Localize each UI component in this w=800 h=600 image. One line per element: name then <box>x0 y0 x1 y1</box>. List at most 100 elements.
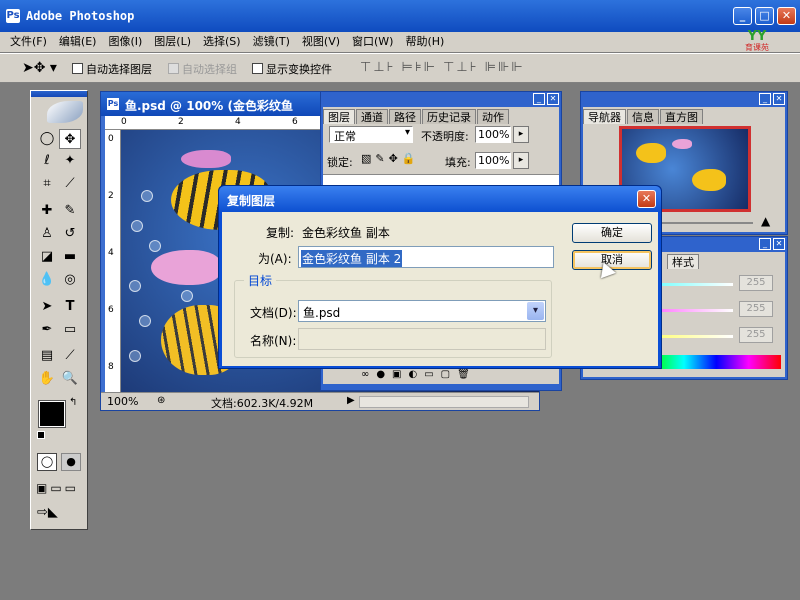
type-tool-icon[interactable]: T <box>59 297 81 317</box>
menu-item[interactable]: 图层(L) <box>148 32 197 52</box>
tab-navigator-2[interactable]: 直方图 <box>660 109 703 125</box>
menu-item[interactable]: 文件(F) <box>4 32 53 52</box>
panel-close-icon[interactable]: ✕ <box>773 238 785 250</box>
layer-actions-bar: ∞●▣◐▭▢🗑 <box>323 368 559 384</box>
ruler-tick-label: 8 <box>108 362 114 372</box>
screen-mode-icons[interactable]: ▣▭▭ <box>36 481 79 495</box>
as-input[interactable]: 金色彩纹鱼 副本 2 <box>298 246 554 268</box>
doc-label: 文档(D): <box>250 306 297 320</box>
jump-to-imageready-icon[interactable]: ⇨◣ <box>37 505 58 520</box>
ok-button[interactable]: 确定 <box>572 223 652 243</box>
panel-close-icon[interactable]: ✕ <box>547 93 559 105</box>
status-menu-icon[interactable]: ⊛ <box>157 395 165 406</box>
red-value[interactable]: 255 <box>739 275 773 291</box>
zoom-level[interactable]: 100% <box>107 395 138 408</box>
standard-mode-button[interactable]: ◯ <box>37 453 57 471</box>
pen-tool-icon[interactable]: ✒ <box>36 320 58 340</box>
feather-icon <box>47 101 83 123</box>
app-title: Adobe Photoshop <box>26 9 135 23</box>
hand-tool-icon[interactable]: ✋ <box>36 369 58 389</box>
zoom-tool-icon[interactable]: 🔍 <box>59 369 81 389</box>
marquee-tool-icon[interactable]: ◯ <box>36 129 58 149</box>
dialog-title: 复制图层 <box>227 194 276 208</box>
tab-navigator-0[interactable]: 导航器 <box>583 109 626 125</box>
maximize-button[interactable]: □ <box>755 7 774 25</box>
brush-tool-icon[interactable]: ✎ <box>59 201 81 221</box>
magic-wand-icon[interactable]: ✦ <box>59 151 81 171</box>
menu-bar: 文件(F) 编辑(E) 图像(I) 图层(L) 选择(S) 滤镜(T) 视图(V) 窗口(W)… <box>0 30 800 52</box>
swap-colors-icon[interactable]: ↰ <box>69 397 77 408</box>
green-value[interactable]: 255 <box>739 301 773 317</box>
dialog-close-button[interactable]: ✕ <box>637 190 656 208</box>
auto-select-layer-checkbox[interactable] <box>72 63 83 74</box>
ruler-tick-label: 0 <box>121 117 127 127</box>
ruler-tick-label: 6 <box>292 117 298 127</box>
slice-tool-icon[interactable]: ⟋ <box>59 174 81 194</box>
foreground-color-swatch[interactable] <box>38 400 66 428</box>
dialog-title-bar: 复制图层 ✕ <box>219 186 661 212</box>
tab-navigator-1[interactable]: 信息 <box>627 109 659 125</box>
as-label: 为(A): <box>258 252 292 266</box>
panel-minimize-icon[interactable]: _ <box>533 93 545 105</box>
show-transform-checkbox[interactable] <box>252 63 263 74</box>
blend-mode-select[interactable]: 正常 ▾ <box>329 126 413 143</box>
menu-item[interactable]: 图像(I) <box>102 32 148 52</box>
menu-item[interactable]: 帮助(H) <box>399 32 450 52</box>
chevron-down-icon: ▾ <box>404 127 410 138</box>
eraser-tool-icon[interactable]: ◪ <box>36 247 58 267</box>
panel-minimize-icon[interactable]: _ <box>759 238 771 250</box>
dodge-tool-icon[interactable]: ◎ <box>59 270 81 290</box>
copy-value: 金色彩纹鱼 副本 <box>302 226 390 240</box>
horizontal-scrollbar[interactable] <box>359 396 529 408</box>
clone-stamp-icon[interactable]: ♙ <box>36 224 58 244</box>
menu-item[interactable]: 视图(V) <box>296 32 346 52</box>
tab-layers-4[interactable]: 动作 <box>477 109 509 125</box>
ruler-tick-label: 0 <box>108 134 114 144</box>
as-input-selected-text: 金色彩纹鱼 副本 2 <box>301 250 403 267</box>
notes-tool-icon[interactable]: ▤ <box>36 346 58 366</box>
panel-minimize-icon[interactable]: _ <box>759 93 771 105</box>
toolbox: ◯ ✥ ℓ ✦ ⌗ ⟋ ✚ ✎ ♙ ↺ ◪ ▬ 💧 ◎ ➤ T ✒ ▭ ▤ ⟋ … <box>30 90 88 530</box>
tab-layers-1[interactable]: 通道 <box>356 109 388 125</box>
blue-value[interactable]: 255 <box>739 327 773 343</box>
lasso-tool-icon[interactable]: ℓ <box>36 151 58 171</box>
ruler-vertical: 0 2 4 6 8 <box>105 130 121 392</box>
doc-select[interactable]: 鱼.psd ▾ <box>298 300 546 322</box>
menu-item[interactable]: 编辑(E) <box>53 32 103 52</box>
zoom-in-icon[interactable]: ▲ <box>761 214 770 228</box>
gradient-tool-icon[interactable]: ▬ <box>59 247 81 267</box>
opacity-arrow-icon[interactable]: ▸ <box>513 126 529 143</box>
document-size: 文档:602.3K/4.92M <box>211 397 314 410</box>
tab-layers-3[interactable]: 历史记录 <box>422 109 476 125</box>
menu-item[interactable]: 滤镜(T) <box>247 32 296 52</box>
minimize-button[interactable]: _ <box>733 7 752 25</box>
tab-layers-0[interactable]: 图层 <box>323 109 355 125</box>
tab-layers-2[interactable]: 路径 <box>389 109 421 125</box>
default-colors-icon[interactable] <box>37 431 45 439</box>
quick-mask-button[interactable]: ● <box>61 453 81 471</box>
close-button[interactable]: ✕ <box>777 7 796 25</box>
align-icons[interactable]: ⊤⊥⊦ ⊨⊧⊩ ⊤⊥⊦ ⊫⊪⊩ <box>360 60 525 75</box>
menu-item[interactable]: 窗口(W) <box>346 32 399 52</box>
healing-brush-icon[interactable]: ✚ <box>36 201 58 221</box>
fill-field[interactable]: 100% <box>475 152 511 169</box>
move-tool-icon[interactable]: ➤✥ ▾ <box>22 60 57 76</box>
blur-tool-icon[interactable]: 💧 <box>36 270 58 290</box>
crop-tool-icon[interactable]: ⌗ <box>36 174 58 194</box>
ruler-tick-label: 4 <box>108 248 114 258</box>
tab-styles[interactable]: 样式 <box>667 254 699 270</box>
shape-tool-icon[interactable]: ▭ <box>59 320 81 340</box>
name-input[interactable] <box>298 328 546 350</box>
auto-select-group-label: 自动选择组 <box>182 63 237 76</box>
menu-item[interactable]: 选择(S) <box>197 32 247 52</box>
lock-icons[interactable]: ▧✎✥🔒 <box>361 152 420 165</box>
options-bar: ➤✥ ▾ 自动选择图层 自动选择组 显示变换控件 ⊤⊥⊦ ⊨⊧⊩ ⊤⊥⊦ ⊫⊪⊩ <box>0 53 800 83</box>
panel-close-icon[interactable]: ✕ <box>773 93 785 105</box>
opacity-field[interactable]: 100% <box>475 126 511 143</box>
status-arrow-icon[interactable]: ▶ <box>347 395 355 406</box>
eyedropper-icon[interactable]: ⟋ <box>59 346 81 366</box>
move-tool-icon[interactable]: ✥ <box>59 129 81 149</box>
path-selection-icon[interactable]: ➤ <box>36 297 58 317</box>
fill-arrow-icon[interactable]: ▸ <box>513 152 529 169</box>
history-brush-icon[interactable]: ↺ <box>59 224 81 244</box>
